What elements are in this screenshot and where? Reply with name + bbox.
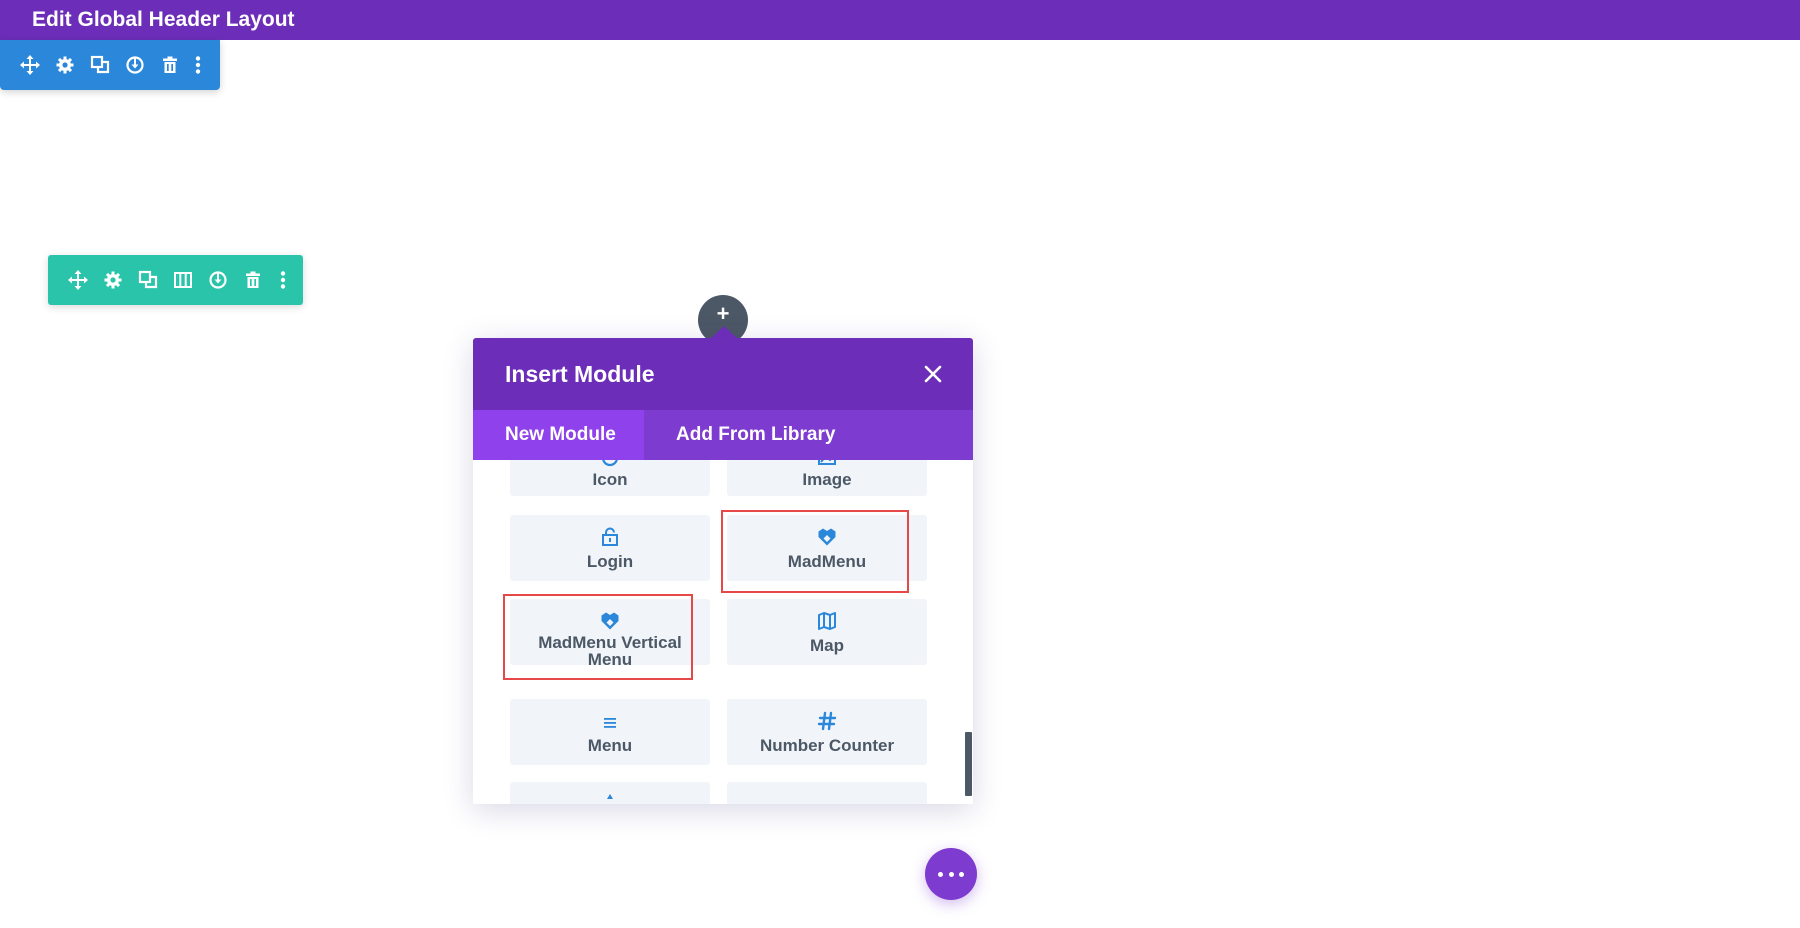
scrollbar-thumb[interactable] (965, 732, 972, 796)
module-icon[interactable]: Icon (510, 460, 710, 496)
save-icon[interactable] (125, 55, 145, 75)
partial-icon (600, 794, 620, 804)
module-image[interactable]: Image (727, 460, 927, 496)
module-label: Map (810, 636, 844, 655)
madmenu-icon (600, 611, 620, 631)
module-label: Image (802, 470, 852, 489)
module-label: MadMenu (787, 552, 867, 571)
more-icon[interactable] (188, 55, 208, 75)
trash-icon[interactable] (160, 55, 180, 75)
module-login[interactable]: Login (510, 515, 710, 581)
module-madmenu[interactable]: MadMenu (727, 515, 927, 581)
close-icon[interactable] (921, 362, 945, 386)
module-partial[interactable] (510, 782, 710, 804)
modal-header: Insert Module (473, 338, 973, 410)
madmenu-icon (817, 527, 837, 547)
insert-module-modal: Insert Module New Module Add From Librar… (473, 326, 973, 804)
columns-icon[interactable] (173, 270, 193, 290)
trash-icon[interactable] (243, 270, 263, 290)
module-label: Number Counter (759, 736, 895, 755)
module-partial[interactable] (727, 782, 927, 804)
image-icon (817, 460, 837, 468)
duplicate-icon[interactable] (90, 55, 110, 75)
module-madmenu-vertical-menu[interactable]: MadMenu Vertical Menu (510, 599, 710, 669)
unlock-icon (600, 527, 620, 547)
section-toolbar (0, 40, 220, 90)
module-menu[interactable]: Menu (510, 699, 710, 765)
move-icon[interactable] (68, 270, 88, 290)
menu-icon (600, 713, 620, 733)
tab-add-from-library[interactable]: Add From Library (644, 410, 867, 460)
dots-icon-dot (959, 872, 964, 877)
top-bar: Edit Global Header Layout (0, 0, 1800, 40)
dots-icon-dot (948, 872, 954, 877)
row-toolbar (48, 255, 303, 305)
plus-icon: + (716, 301, 730, 326)
module-label: MadMenu Vertical Menu (538, 633, 682, 669)
module-label: Login (586, 552, 634, 571)
module-grid: Icon Image Login MadMenu MadMenu Vertica… (473, 460, 973, 804)
module-label: Icon (592, 470, 628, 489)
circle-icon (600, 460, 620, 468)
tab-new-module[interactable]: New Module (473, 410, 644, 460)
hash-icon (817, 711, 837, 731)
map-icon (817, 611, 837, 631)
more-icon[interactable] (273, 270, 293, 290)
save-icon[interactable] (208, 270, 228, 290)
dots-icon (938, 872, 943, 877)
page-title: Edit Global Header Layout (32, 8, 295, 31)
module-label: Menu (587, 736, 633, 755)
move-icon[interactable] (20, 55, 40, 75)
duplicate-icon[interactable] (138, 270, 158, 290)
module-number-counter[interactable]: Number Counter (727, 699, 927, 765)
more-options-button[interactable] (925, 848, 977, 900)
gear-icon[interactable] (103, 270, 123, 290)
module-map[interactable]: Map (727, 599, 927, 665)
gear-icon[interactable] (55, 55, 75, 75)
modal-tabs: New Module Add From Library (473, 410, 973, 460)
modal-title: Insert Module (505, 361, 655, 387)
